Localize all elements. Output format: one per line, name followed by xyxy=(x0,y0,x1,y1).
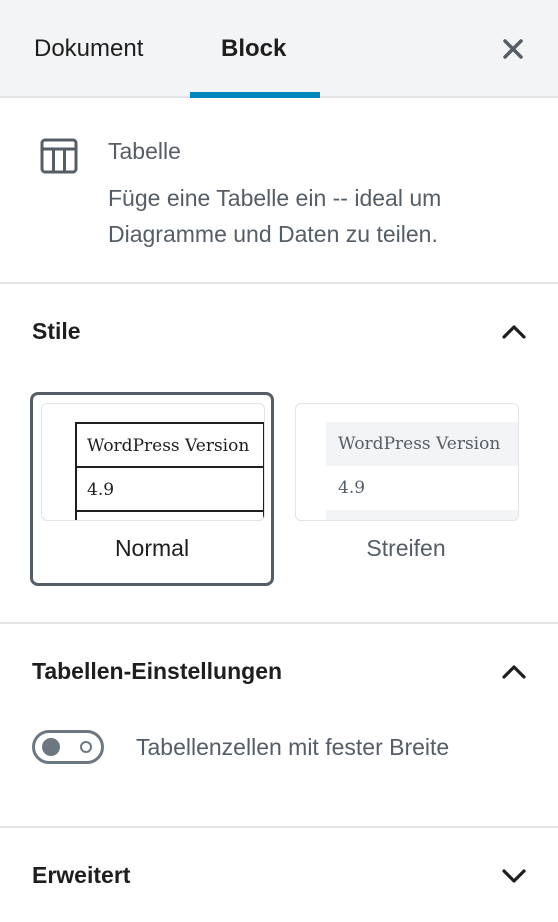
preview-cell: 4.9 xyxy=(338,478,366,498)
styles-panel-toggle[interactable]: Stile xyxy=(0,286,558,376)
fixed-width-cells-toggle[interactable] xyxy=(32,730,104,764)
style-preview-normal: WordPress Version 4.9 xyxy=(41,403,265,521)
block-card: Tabelle Füge eine Tabelle ein -- ideal u… xyxy=(0,100,558,284)
sidebar-tabs: Dokument Block xyxy=(0,0,558,98)
table-settings-panel-toggle[interactable]: Tabellen-Einstellungen xyxy=(0,626,558,716)
preview-cell: 4.9 xyxy=(77,466,263,510)
style-option-normal[interactable]: WordPress Version 4.9 Normal xyxy=(30,392,274,586)
preview-cell: WordPress Version xyxy=(326,422,518,466)
table-settings-panel: Tabellen-Einstellungen Tabellenzellen mi… xyxy=(0,626,558,828)
preview-table: WordPress Version 4.9 xyxy=(75,422,264,520)
toggle-knob xyxy=(42,738,60,756)
advanced-panel-title: Erweitert xyxy=(32,862,131,888)
styles-panel-title: Stile xyxy=(32,318,81,344)
chevron-up-icon xyxy=(502,325,526,339)
fixed-width-cells-label[interactable]: Tabellenzellen mit fester Breite xyxy=(136,730,449,764)
chevron-up-icon xyxy=(502,665,526,679)
table-settings-panel-title: Tabellen-Einstellungen xyxy=(32,658,283,684)
block-description: Füge eine Tabelle ein -- ideal um Diagra… xyxy=(108,185,442,247)
style-label-streifen: Streifen xyxy=(366,535,446,561)
tab-dokument[interactable]: Dokument xyxy=(34,0,143,98)
chevron-down-icon xyxy=(502,869,526,883)
advanced-panel: Erweitert xyxy=(0,830,558,922)
tab-block[interactable]: Block xyxy=(221,0,286,98)
advanced-panel-toggle[interactable]: Erweitert xyxy=(0,830,558,920)
close-icon xyxy=(503,39,523,59)
preview-cell-empty xyxy=(326,510,518,520)
block-settings-sidebar: Dokument Block Tabelle Füge eine Tabelle… xyxy=(0,0,558,922)
block-title: Tabelle xyxy=(108,138,181,164)
preview-cell: WordPress Version xyxy=(77,422,263,466)
table-icon xyxy=(40,138,78,174)
style-option-streifen[interactable]: WordPress Version 4.9 Streifen xyxy=(284,392,528,586)
style-label-normal: Normal xyxy=(114,535,190,561)
close-button[interactable] xyxy=(494,30,532,68)
toggle-off-indicator-icon xyxy=(80,741,92,753)
styles-panel: Stile WordPress Version 4.9 Normal WordP… xyxy=(0,286,558,624)
preview-table: WordPress Version 4.9 xyxy=(326,422,518,520)
active-tab-indicator xyxy=(190,92,320,98)
style-preview-streifen: WordPress Version 4.9 xyxy=(295,403,519,521)
